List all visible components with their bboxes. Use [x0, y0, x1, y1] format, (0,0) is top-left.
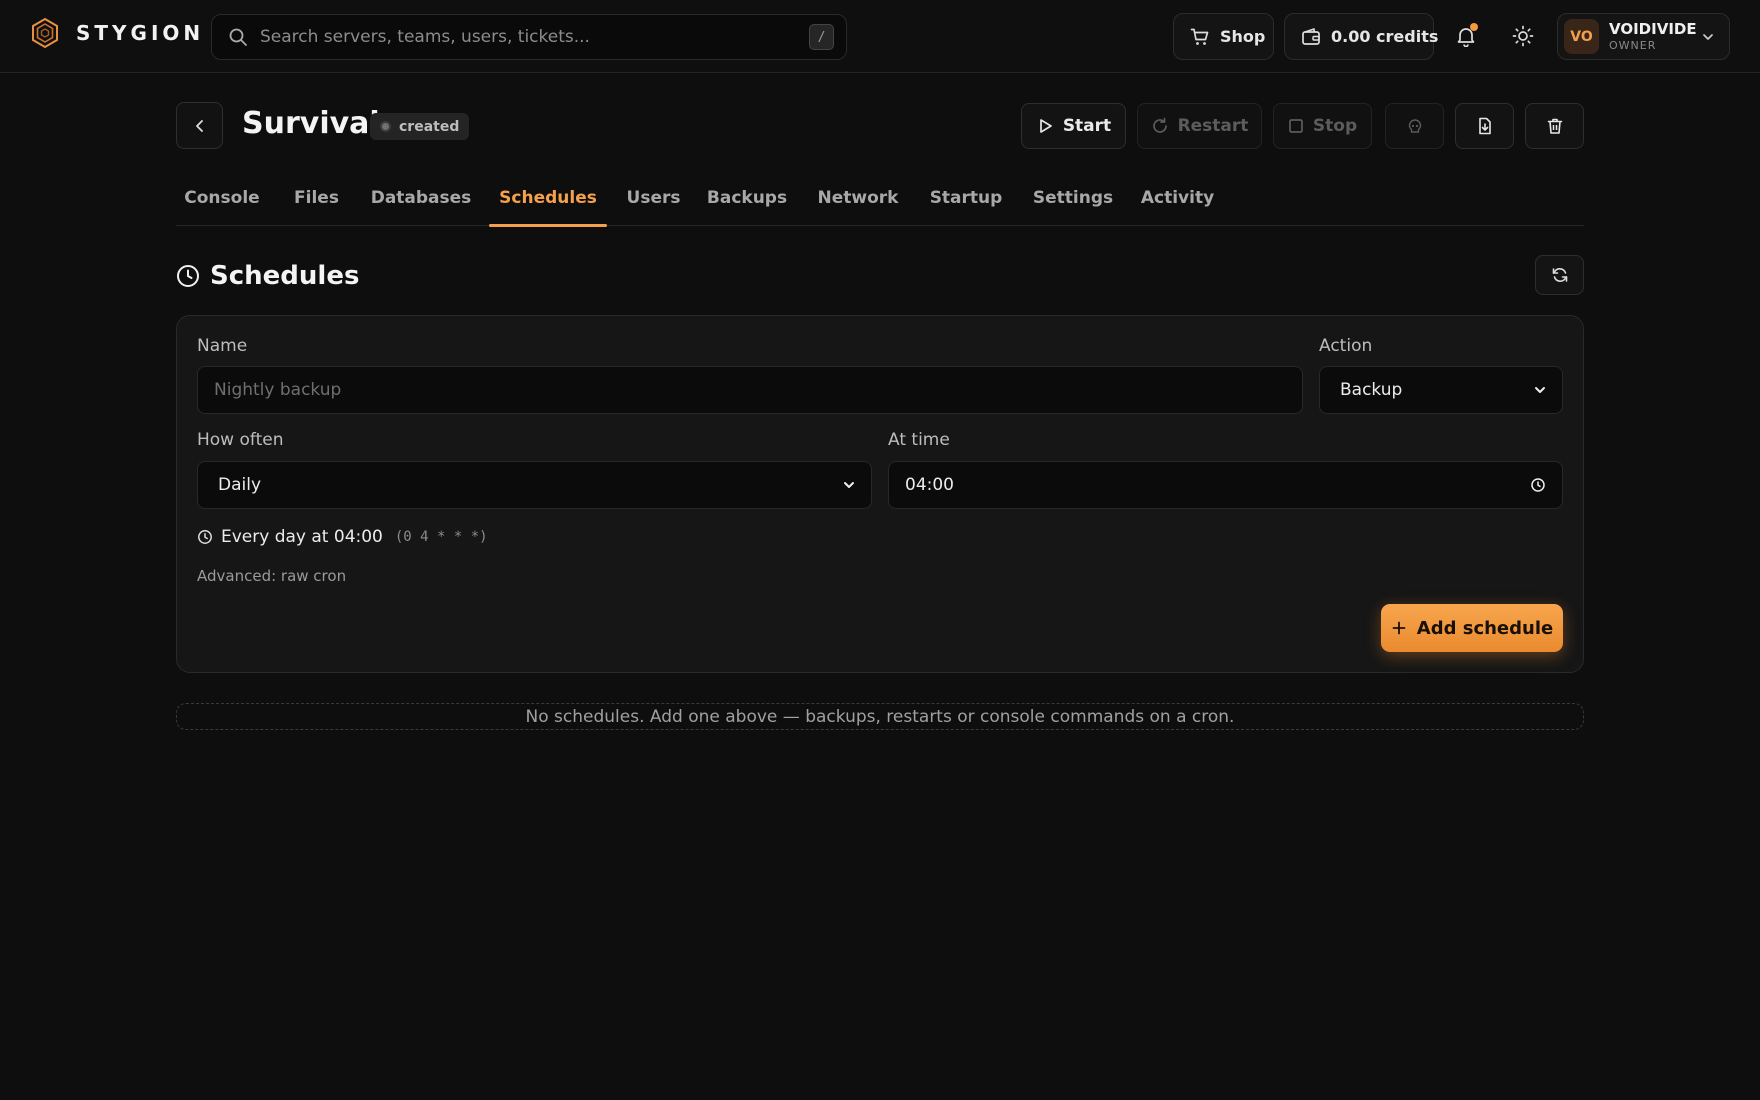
plus-icon: [1391, 620, 1407, 636]
tab-network[interactable]: Network: [810, 170, 906, 226]
tab-activity[interactable]: Activity: [1136, 170, 1219, 226]
chevron-down-icon: [1701, 30, 1715, 44]
clock-icon: [176, 264, 200, 288]
frequency-value: Daily: [218, 475, 262, 495]
stop-label: Stop: [1312, 116, 1358, 136]
user-menu[interactable]: VO VOIDIVIDE OWNER: [1557, 13, 1730, 60]
search-icon: [228, 27, 248, 47]
shop-button[interactable]: Shop: [1173, 13, 1274, 60]
credits-button[interactable]: 0.00 credits: [1284, 13, 1438, 60]
restart-button[interactable]: Restart: [1137, 103, 1262, 149]
tab-backups[interactable]: Backups: [703, 170, 791, 226]
user-name: VOIDIVIDE: [1609, 20, 1697, 38]
empty-state: No schedules. Add one above — backups, r…: [176, 703, 1584, 730]
global-search[interactable]: Search servers, teams, users, tickets...…: [211, 14, 847, 60]
status-dot: [380, 121, 391, 132]
notifications-button[interactable]: [1451, 21, 1481, 51]
tab-databases[interactable]: Databases: [366, 170, 476, 226]
how-often-label: How often: [197, 430, 284, 450]
stop-icon: [1288, 118, 1304, 134]
tab-files[interactable]: Files: [283, 170, 350, 226]
tab-users[interactable]: Users: [621, 170, 686, 226]
top-bar: STYGION Search servers, teams, users, ti…: [0, 0, 1760, 73]
start-label: Start: [1062, 116, 1112, 136]
start-button[interactable]: Start: [1021, 103, 1126, 149]
time-input[interactable]: 04:00: [888, 461, 1563, 509]
server-tabs: Console Files Databases Schedules Users …: [176, 170, 1584, 227]
back-button[interactable]: [176, 102, 223, 149]
shop-label: Shop: [1220, 27, 1266, 46]
notification-dot: [1470, 23, 1478, 31]
chevron-left-icon: [192, 118, 208, 134]
tab-console[interactable]: Console: [176, 170, 268, 226]
advanced-cron-toggle[interactable]: Advanced: raw cron: [197, 567, 346, 585]
play-icon: [1036, 117, 1054, 135]
user-role: OWNER: [1609, 39, 1657, 52]
chevron-down-icon: [843, 479, 855, 491]
brand-name: STYGION: [76, 21, 205, 45]
clock-icon: [1530, 477, 1546, 493]
schedule-form-card: Name Nightly backup Action Backup How of…: [176, 315, 1584, 673]
cart-icon: [1190, 27, 1210, 47]
section-title: Schedules: [210, 261, 360, 291]
avatar: VO: [1564, 19, 1599, 54]
file-download-icon: [1476, 117, 1494, 135]
chevron-down-icon: [1534, 384, 1546, 396]
theme-toggle-button[interactable]: [1508, 21, 1538, 51]
page-title: Survival: [242, 106, 380, 141]
clock-icon: [197, 529, 213, 545]
export-button[interactable]: [1455, 103, 1514, 149]
delete-button[interactable]: [1525, 103, 1584, 149]
skull-icon: [1407, 118, 1423, 134]
trash-icon: [1546, 117, 1564, 135]
cron-expression: (0 4 * * *): [394, 529, 488, 545]
name-input[interactable]: Nightly backup: [197, 366, 1303, 414]
stop-button[interactable]: Stop: [1273, 103, 1372, 149]
restart-icon: [1151, 117, 1169, 135]
user-info: VOIDIVIDE OWNER: [1609, 20, 1701, 52]
tab-startup[interactable]: Startup: [921, 170, 1011, 226]
logo-icon: [30, 17, 60, 49]
restart-label: Restart: [1177, 116, 1249, 136]
search-input[interactable]: Search servers, teams, users, tickets...: [260, 27, 797, 47]
status-badge: created: [370, 113, 470, 140]
refresh-button[interactable]: [1535, 255, 1584, 295]
add-schedule-label: Add schedule: [1416, 617, 1554, 639]
status-label: created: [399, 118, 460, 135]
tab-settings[interactable]: Settings: [1027, 170, 1119, 226]
name-placeholder: Nightly backup: [214, 380, 342, 400]
time-value: 04:00: [905, 475, 954, 495]
frequency-select[interactable]: Daily: [197, 461, 872, 509]
action-value: Backup: [1340, 380, 1403, 400]
section-header: Schedules: [176, 260, 359, 292]
wallet-icon: [1301, 27, 1321, 47]
refresh-icon: [1551, 266, 1569, 284]
add-schedule-button[interactable]: Add schedule: [1381, 604, 1563, 652]
at-time-label: At time: [888, 430, 950, 450]
tab-schedules[interactable]: Schedules: [489, 170, 607, 227]
kill-button[interactable]: [1385, 103, 1444, 149]
schedule-summary: Every day at 04:00 (0 4 * * *): [197, 527, 488, 547]
search-shortcut-hint: /: [809, 24, 834, 50]
credits-label: 0.00 credits: [1331, 27, 1439, 46]
name-label: Name: [197, 336, 248, 356]
summary-text: Every day at 04:00: [221, 527, 383, 547]
action-label: Action: [1319, 336, 1373, 356]
sun-icon: [1512, 25, 1534, 47]
brand[interactable]: STYGION: [30, 17, 204, 49]
action-select[interactable]: Backup: [1319, 366, 1563, 414]
